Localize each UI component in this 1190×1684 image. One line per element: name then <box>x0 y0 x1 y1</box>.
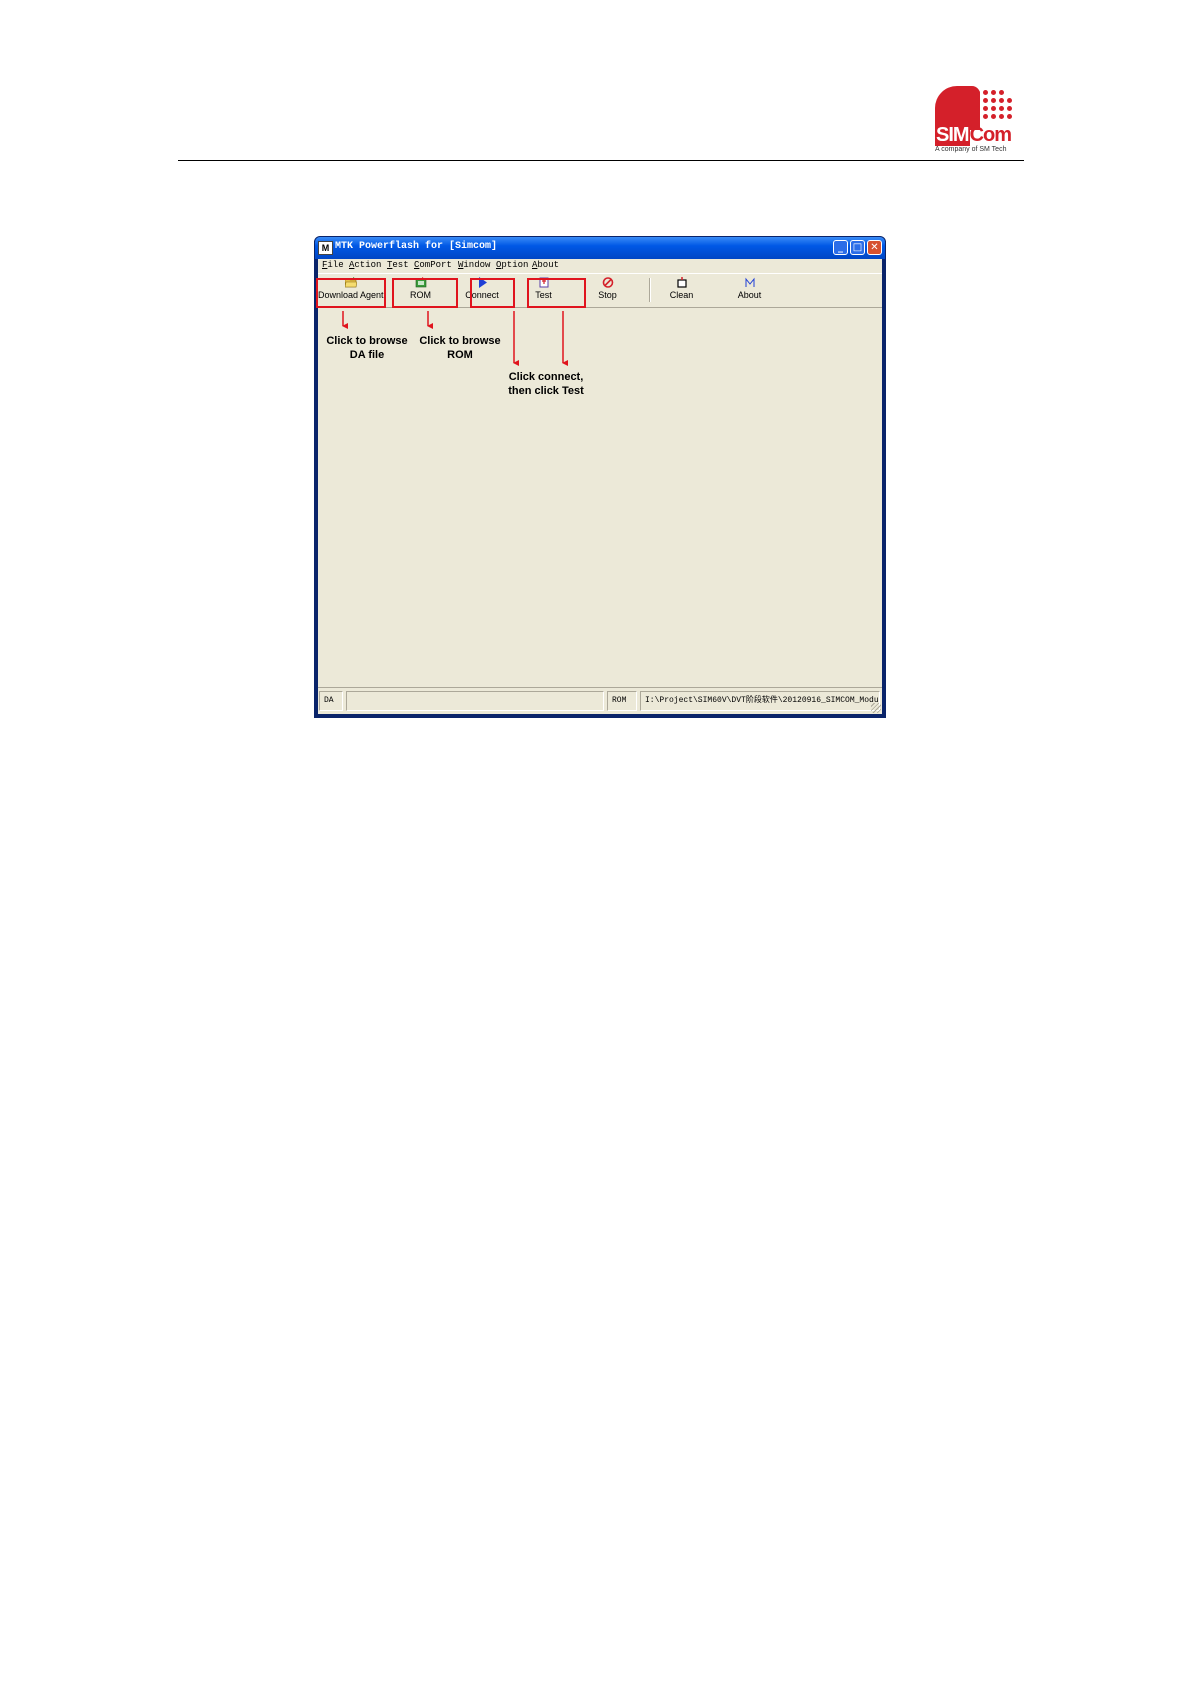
note-browse-rom-line2: ROM <box>447 349 473 361</box>
note-browse-da-line2: DA file <box>349 349 385 361</box>
note-browse-rom: Click to browse ROM <box>415 334 505 362</box>
note-browse-da-line1: Click to browse <box>326 335 408 347</box>
note-browse-rom-line1: Click to browse <box>419 335 501 347</box>
note-browse-da: Click to browse DA file <box>322 334 412 362</box>
note-connect-test: Click connect, then click Test <box>496 370 596 398</box>
note-connect-test-line1: Click connect, <box>508 371 584 383</box>
note-connect-test-line2: then click Test <box>508 385 584 397</box>
annotation-arrows <box>342 311 568 366</box>
